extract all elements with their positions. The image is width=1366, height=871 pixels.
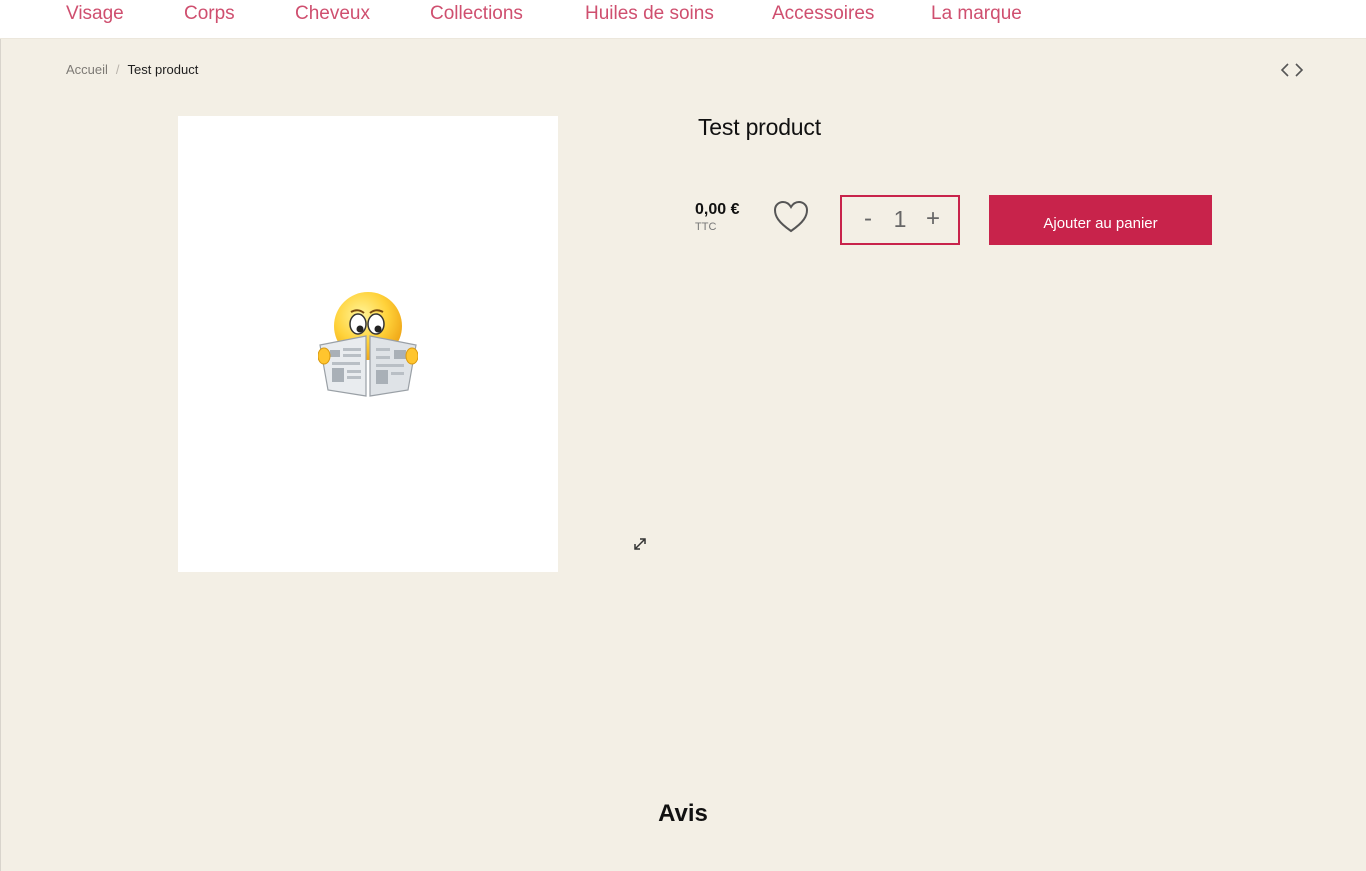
- emoji-reading-newspaper-icon: [318, 292, 418, 397]
- main-navigation: Visage Corps Cheveux Collections Huiles …: [0, 0, 1366, 39]
- add-to-cart-button[interactable]: Ajouter au panier: [989, 195, 1212, 245]
- page-border: [0, 39, 1, 871]
- product-price: 0,00 €: [695, 201, 740, 218]
- breadcrumb-current: Test product: [127, 62, 199, 77]
- breadcrumb: Accueil / Test product: [66, 62, 198, 77]
- product-image[interactable]: [178, 116, 558, 572]
- nav-item-accessoires[interactable]: Accessoires: [772, 3, 874, 25]
- reviews-heading: Avis: [658, 800, 708, 827]
- heart-icon[interactable]: [772, 199, 810, 235]
- quantity-stepper: - 1 +: [840, 195, 960, 245]
- product-pager: [1280, 60, 1304, 80]
- nav-item-collections[interactable]: Collections: [430, 3, 523, 25]
- nav-item-corps[interactable]: Corps: [184, 3, 235, 25]
- nav-item-cheveux[interactable]: Cheveux: [295, 3, 370, 25]
- chevron-left-icon[interactable]: [1280, 60, 1290, 80]
- chevron-right-icon[interactable]: [1294, 60, 1304, 80]
- nav-item-huiles-de-soins[interactable]: Huiles de soins: [585, 3, 714, 25]
- quantity-input[interactable]: 1: [886, 203, 914, 235]
- breadcrumb-separator: /: [115, 62, 120, 77]
- nav-item-visage[interactable]: Visage: [66, 3, 124, 25]
- tax-label: TTC: [695, 221, 717, 233]
- quantity-decrease-button[interactable]: -: [860, 203, 876, 235]
- expand-icon[interactable]: [632, 536, 648, 552]
- nav-item-la-marque[interactable]: La marque: [931, 3, 1022, 25]
- quantity-increase-button[interactable]: +: [922, 203, 944, 235]
- breadcrumb-home-link[interactable]: Accueil: [66, 62, 108, 77]
- product-title: Test product: [698, 114, 821, 140]
